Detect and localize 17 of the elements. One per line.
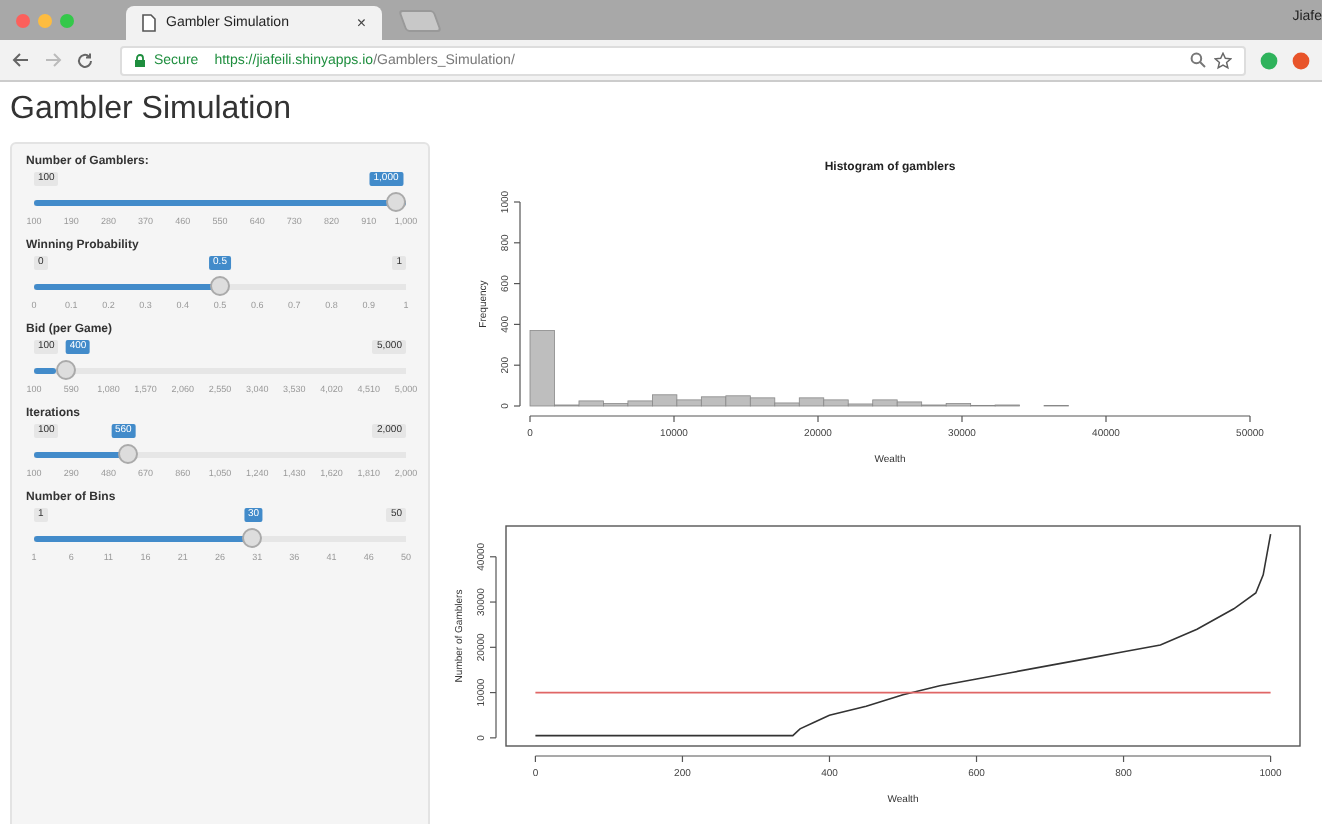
page-title: Gambler Simulation [10,92,293,128]
close-tab-button[interactable]: × [356,14,366,32]
document-icon [142,14,156,32]
lock-icon [134,53,146,67]
slider-handle[interactable] [118,444,139,464]
forward-icon[interactable] [44,52,62,68]
slider-handle[interactable] [210,276,230,296]
slider-handle[interactable] [55,360,76,380]
back-icon[interactable] [12,52,30,68]
minimize-window-button[interactable] [38,13,52,27]
new-tab-button[interactable] [398,10,442,32]
search-icon[interactable] [1190,52,1206,68]
slider-handle[interactable] [386,192,406,212]
star-icon[interactable] [1214,51,1232,69]
reload-icon[interactable] [76,51,94,69]
slider-handle[interactable] [241,528,262,548]
close-window-button[interactable] [16,13,30,27]
